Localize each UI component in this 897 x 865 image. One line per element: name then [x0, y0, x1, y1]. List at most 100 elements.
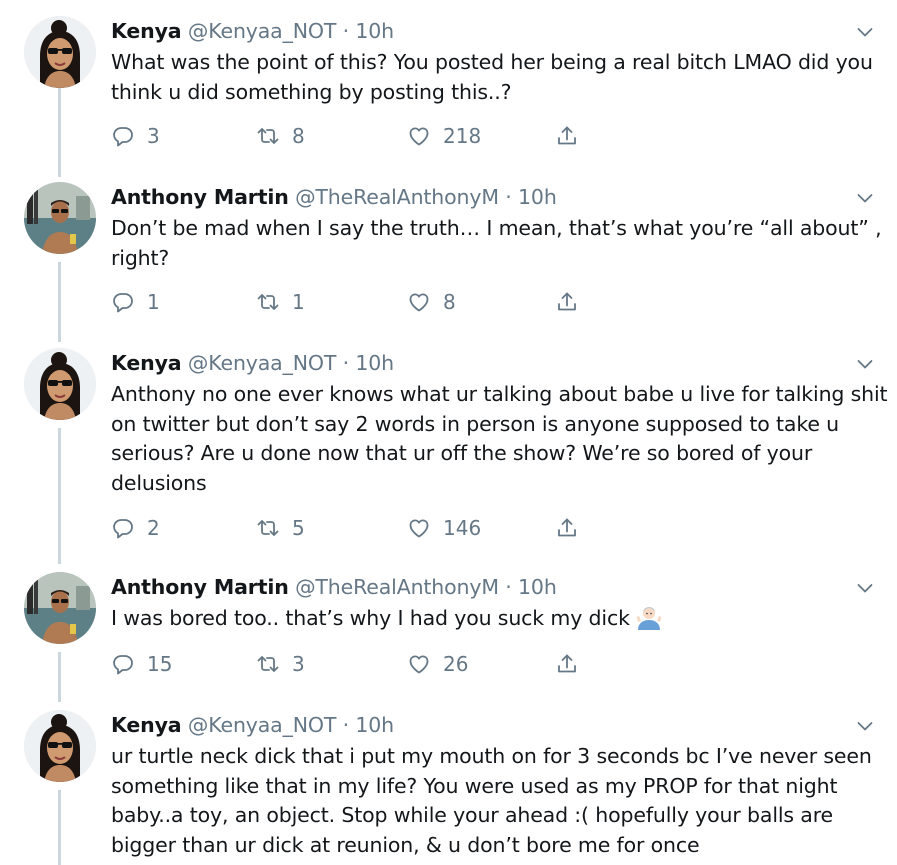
share-button[interactable]: [555, 288, 579, 316]
share-icon: [555, 124, 579, 148]
tweet-text: What was the point of this? You posted h…: [111, 48, 881, 107]
like-button[interactable]: 26: [407, 650, 468, 678]
heart-icon: [407, 124, 431, 148]
like-button[interactable]: 8: [407, 288, 456, 316]
tweet[interactable]: Kenya @Kenyaa_NOT · 10h Anthony no one e…: [0, 348, 897, 553]
reply-button[interactable]: 3: [111, 122, 160, 150]
retweet-icon: [256, 124, 280, 148]
avatar[interactable]: [24, 572, 96, 644]
reply-count: 2: [147, 516, 160, 540]
separator-dot: ·: [342, 713, 350, 737]
avatar[interactable]: [24, 348, 96, 420]
retweet-icon: [256, 652, 280, 676]
tweet-header: Anthony Martin @TheRealAnthonyM · 10h: [111, 572, 557, 602]
chevron-down-icon[interactable]: [855, 188, 875, 208]
tweet[interactable]: Anthony Martin @TheRealAnthonyM · 10h I …: [0, 572, 897, 687]
reply-icon: [111, 652, 135, 676]
tweet-text: Anthony no one ever knows what ur talkin…: [111, 380, 888, 498]
tweet-text-line: delusions: [111, 470, 207, 495]
tweet-text-line: bigger than ur dick at reunion, & u don’…: [111, 832, 700, 857]
timestamp[interactable]: 10h: [518, 185, 557, 209]
avatar[interactable]: [24, 710, 96, 782]
tweet-header: Kenya @Kenyaa_NOT · 10h: [111, 710, 394, 740]
retweet-button[interactable]: 5: [256, 514, 305, 542]
avatar-image: [24, 16, 96, 88]
author-name[interactable]: Anthony Martin: [111, 575, 289, 599]
tweet-text-line: baby..a toy, an object. Stop while your …: [111, 803, 834, 828]
author-name[interactable]: Kenya: [111, 351, 182, 375]
tweet-text-line: right?: [111, 245, 170, 270]
like-count: 146: [443, 516, 482, 540]
timestamp[interactable]: 10h: [518, 575, 557, 599]
tweet-text-line: something like that in my life? You were…: [111, 773, 838, 798]
author-name[interactable]: Kenya: [111, 713, 182, 737]
tweet-text-line: What was the point of this? You posted h…: [111, 50, 873, 74]
reply-icon: [111, 290, 135, 314]
tweet-actions: 1 1 8: [111, 288, 591, 316]
like-count: 8: [443, 290, 456, 314]
tweet-text: ur turtle neck dick that i put my mouth …: [111, 742, 881, 860]
tweet-header: Kenya @Kenyaa_NOT · 10h: [111, 16, 394, 46]
tweet-actions: 15 3 26: [111, 650, 591, 678]
avatar-image: [24, 710, 96, 782]
reply-count: 3: [147, 124, 160, 148]
retweet-button[interactable]: 8: [256, 122, 305, 150]
tweet-text-line: think u did something by posting this..?: [111, 79, 512, 104]
heart-icon: [407, 516, 431, 540]
tweet-actions: 2 5 146: [111, 514, 591, 542]
avatar-image: [24, 182, 96, 254]
chevron-down-icon[interactable]: [855, 22, 875, 42]
avatar-image: [24, 572, 96, 644]
timestamp[interactable]: 10h: [355, 351, 394, 375]
tweet-text: Don’t be mad when I say the truth… I mea…: [111, 214, 882, 273]
chevron-down-icon[interactable]: [855, 716, 875, 736]
tweet[interactable]: Anthony Martin @TheRealAnthonyM · 10h Do…: [0, 182, 897, 327]
tweet-text-line: ur turtle neck dick that i put my mouth …: [111, 744, 872, 768]
author-handle[interactable]: @Kenyaa_NOT: [188, 19, 337, 43]
retweet-count: 5: [292, 516, 305, 540]
person-shrugging-emoji: [636, 604, 662, 630]
separator-dot: ·: [505, 575, 512, 599]
tweet-text-content: I was bored too.. that’s why I had you s…: [111, 606, 630, 630]
author-name[interactable]: Anthony Martin: [111, 185, 289, 209]
share-button[interactable]: [555, 122, 579, 150]
tweet-header: Kenya @Kenyaa_NOT · 10h: [111, 348, 394, 378]
retweet-button[interactable]: 3: [256, 650, 305, 678]
reply-count: 1: [147, 290, 160, 314]
reply-button[interactable]: 1: [111, 288, 160, 316]
avatar[interactable]: [24, 16, 96, 88]
share-button[interactable]: [555, 514, 579, 542]
author-handle[interactable]: @TheRealAnthonyM: [295, 185, 499, 209]
separator-dot: ·: [505, 185, 512, 209]
author-name[interactable]: Kenya: [111, 19, 182, 43]
like-count: 218: [443, 124, 482, 148]
retweet-count: 3: [292, 652, 305, 676]
timestamp[interactable]: 10h: [355, 713, 394, 737]
like-button[interactable]: 218: [407, 122, 481, 150]
timestamp[interactable]: 10h: [355, 19, 394, 43]
avatar[interactable]: [24, 182, 96, 254]
tweet[interactable]: Kenya @Kenyaa_NOT · 10h What was the poi…: [0, 16, 897, 161]
reply-button[interactable]: 2: [111, 514, 160, 542]
reply-button[interactable]: 15: [111, 650, 172, 678]
chevron-down-icon[interactable]: [855, 354, 875, 374]
retweet-count: 1: [292, 290, 305, 314]
share-icon: [555, 290, 579, 314]
author-handle[interactable]: @Kenyaa_NOT: [188, 351, 337, 375]
tweet-text-line: Don’t be mad when I say the truth… I mea…: [111, 216, 882, 240]
avatar-image: [24, 348, 96, 420]
author-handle[interactable]: @Kenyaa_NOT: [188, 713, 337, 737]
tweet-text-line: serious? Are u done now that ur off the …: [111, 441, 813, 466]
tweet-actions: 3 8 218: [111, 122, 591, 150]
reply-icon: [111, 516, 135, 540]
like-button[interactable]: 146: [407, 514, 481, 542]
retweet-count: 8: [292, 124, 305, 148]
separator-dot: ·: [342, 351, 350, 375]
retweet-button[interactable]: 1: [256, 288, 305, 316]
author-handle[interactable]: @TheRealAnthonyM: [295, 575, 499, 599]
share-icon: [555, 516, 579, 540]
share-button[interactable]: [555, 650, 579, 678]
tweet-text-line: I was bored too.. that’s why I had you s…: [111, 604, 881, 634]
chevron-down-icon[interactable]: [855, 578, 875, 598]
tweet[interactable]: Kenya @Kenyaa_NOT · 10h ur turtle neck d…: [0, 710, 897, 865]
